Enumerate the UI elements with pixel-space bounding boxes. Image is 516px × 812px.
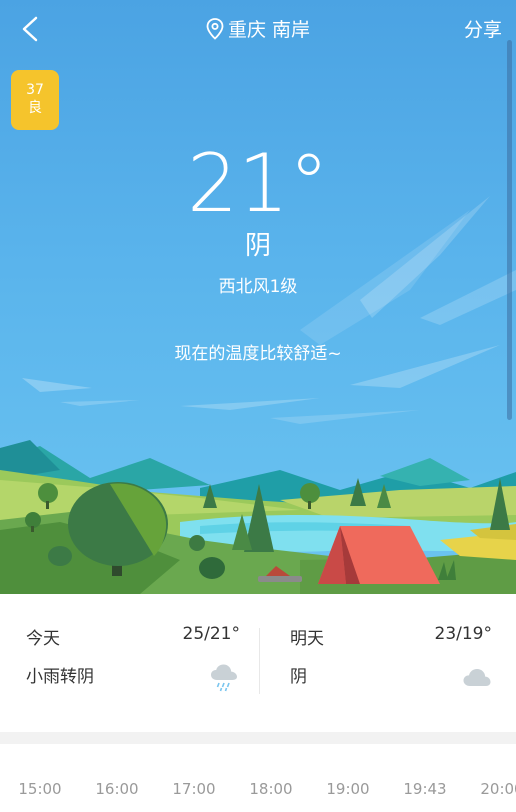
aqi-level: 良: [28, 100, 42, 116]
current-temperature: 21°: [187, 137, 329, 230]
section-gap: [0, 732, 516, 744]
forecast-divider: [259, 628, 260, 694]
daily-forecast: 今天 25/21° 小雨转阴 明天 23/19° 阴: [0, 594, 516, 732]
aqi-badge[interactable]: 37 良: [11, 70, 59, 130]
temp-range: 25/21°: [182, 624, 241, 644]
weather-hero: 重庆 南岸 分享 37 良 21° 阴 西北风1级 现在的温度比较舒适~: [0, 0, 516, 594]
temp-range: 23/19°: [434, 624, 493, 644]
aqi-value: 37: [26, 82, 44, 98]
cloud-icon: [462, 666, 492, 694]
location-pin-icon: [206, 18, 224, 48]
forecast-today[interactable]: 今天 25/21° 小雨转阴: [0, 594, 258, 732]
current-condition: 阴: [244, 231, 271, 261]
hour-label: 19:00: [326, 780, 370, 798]
location-title[interactable]: 重庆 南岸: [0, 16, 516, 48]
rain-cloud-icon: [210, 662, 238, 696]
weather-desc: 小雨转阴: [26, 667, 94, 687]
hour-label: 18:00: [249, 780, 293, 798]
top-bar: 重庆 南岸 分享: [0, 0, 516, 60]
hour-label: 19:43: [403, 780, 447, 798]
share-button[interactable]: 分享: [464, 16, 502, 44]
hour-label: 16:00: [95, 780, 139, 798]
hourly-forecast[interactable]: 15:00 16:00 17:00 18:00 19:00 19:43 20:0…: [0, 744, 516, 812]
day-name: 今天: [26, 629, 60, 649]
hour-label: 17:00: [172, 780, 216, 798]
hour-label: 15:00: [18, 780, 62, 798]
location-label: 重庆 南岸: [227, 19, 311, 41]
comfort-tip: 现在的温度比较舒适~: [174, 344, 342, 364]
weather-desc: 阴: [290, 667, 307, 687]
hour-label: 20:00: [480, 780, 516, 798]
day-name: 明天: [290, 629, 324, 649]
wind-info: 西北风1级: [218, 277, 298, 297]
forecast-tomorrow[interactable]: 明天 23/19° 阴: [260, 594, 516, 732]
